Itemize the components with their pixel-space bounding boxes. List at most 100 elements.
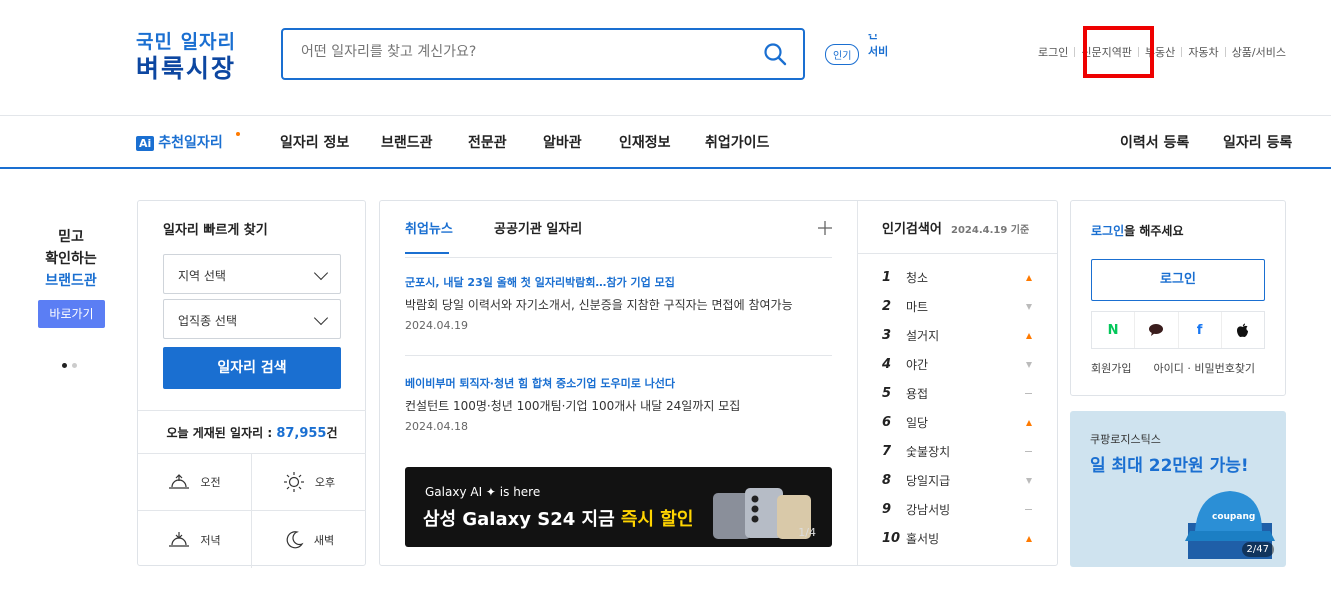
keyword-row[interactable]: 3 설거지 bbox=[882, 321, 1032, 350]
time-morning[interactable]: 오전 bbox=[138, 454, 252, 511]
job-search-button[interactable]: 일자리 검색 bbox=[163, 347, 341, 389]
nav-item-recommended[interactable]: Ai 추천일자리 bbox=[136, 132, 223, 152]
tab-job-news[interactable]: 취업뉴스 bbox=[405, 218, 453, 237]
register-resume-link[interactable]: 이력서 등록 bbox=[1120, 132, 1189, 152]
keyword-row[interactable]: 8 당일지급 bbox=[882, 466, 1032, 495]
search-icon[interactable] bbox=[763, 42, 787, 66]
ai-badge: Ai bbox=[136, 136, 155, 151]
promo-text: 믿고 bbox=[58, 229, 84, 245]
car-link[interactable]: 자동차 bbox=[1188, 44, 1218, 60]
nav-item-talent[interactable]: 인재정보 bbox=[619, 132, 671, 152]
keyword-text: 강남서빙 bbox=[906, 503, 951, 517]
login-link[interactable]: 로그인 bbox=[1038, 44, 1068, 60]
tab-public-jobs[interactable]: 공공기관 일자리 bbox=[494, 218, 582, 237]
apple-logo-icon bbox=[1237, 323, 1249, 337]
nav-item-guide[interactable]: 취업가이드 bbox=[705, 132, 769, 152]
banner-text: 삼성 Galaxy S24 지금 bbox=[423, 509, 621, 530]
goods-service-link[interactable]: 상품/서비스 bbox=[1232, 44, 1286, 60]
divider bbox=[857, 253, 1057, 254]
divider bbox=[1074, 47, 1076, 57]
carousel-dots bbox=[62, 363, 77, 368]
trend-down-icon bbox=[1026, 477, 1032, 484]
time-evening[interactable]: 저녁 bbox=[138, 511, 252, 568]
keyword-row[interactable]: 5 용접 bbox=[882, 379, 1032, 408]
dot[interactable] bbox=[72, 363, 77, 368]
nav-label: 추천일자리 bbox=[158, 135, 223, 151]
keywords-date: 2024.4.19 기준 bbox=[951, 225, 1030, 236]
region-select[interactable]: 지역 선택 bbox=[163, 254, 341, 294]
keyword-rank: 1 bbox=[882, 270, 892, 285]
trend-up-icon bbox=[1026, 535, 1032, 542]
keyword-text: 청소 bbox=[906, 271, 929, 285]
signup-link[interactable]: 회원가입 bbox=[1091, 360, 1131, 376]
divider bbox=[1181, 47, 1183, 57]
keyword-row[interactable]: 2 마트 bbox=[882, 292, 1032, 321]
nav-item-job-info[interactable]: 일자리 정보 bbox=[280, 132, 349, 152]
moon-icon bbox=[286, 530, 304, 548]
trend-same-icon bbox=[1025, 451, 1032, 452]
keyword-row[interactable]: 10 홀서빙 bbox=[882, 524, 1032, 553]
divider bbox=[405, 355, 832, 356]
coupang-ad[interactable]: 쿠팡로지스틱스 일 최대 22만원 가능! coupang 2/47 bbox=[1070, 411, 1286, 567]
go-brand-button[interactable]: 바로가기 bbox=[38, 300, 105, 328]
logo[interactable]: 벼룩시장 bbox=[136, 49, 236, 85]
keyword-rank: 3 bbox=[882, 328, 892, 343]
keyword-row[interactable]: 7 숯불장치 bbox=[882, 437, 1032, 466]
keyword-row[interactable]: 1 청소 bbox=[882, 263, 1032, 292]
svg-text:coupang: coupang bbox=[1212, 512, 1255, 522]
login-button[interactable]: 로그인 bbox=[1091, 259, 1265, 301]
keyword-row[interactable]: 9 강남서빙 bbox=[882, 495, 1032, 524]
news-item-desc[interactable]: 박람회 당일 이력서와 자기소개서, 신분증을 지참한 구직자는 면접에 참여가… bbox=[405, 296, 793, 313]
login-msg-link[interactable]: 로그인 bbox=[1091, 224, 1124, 238]
ad-brand: 쿠팡로지스틱스 bbox=[1090, 433, 1161, 446]
register-job-link[interactable]: 일자리 등록 bbox=[1223, 132, 1292, 152]
nav-item-parttime[interactable]: 알바관 bbox=[543, 132, 582, 152]
divider bbox=[405, 257, 832, 258]
today-unit: 건 bbox=[326, 426, 338, 440]
nav-item-specialty[interactable]: 전문관 bbox=[468, 132, 507, 152]
facebook-icon[interactable]: f bbox=[1179, 312, 1222, 348]
time-label: 새벽 bbox=[313, 533, 335, 547]
keyword-rank: 10 bbox=[882, 531, 901, 546]
time-filter-grid: 오전 오후 저녁 새벽 bbox=[138, 453, 366, 568]
trend-down-icon bbox=[1026, 361, 1032, 368]
popular-keyword-rolling[interactable]: 간 서비 bbox=[868, 34, 894, 70]
tab-underline bbox=[405, 252, 449, 254]
keyword-row[interactable]: 4 야간 bbox=[882, 350, 1032, 379]
galaxy-banner[interactable]: Galaxy AI ✦ is here 삼성 Galaxy S24 지금 즉시 … bbox=[405, 467, 832, 547]
keyword-text: 당일지급 bbox=[906, 474, 951, 488]
trend-same-icon bbox=[1025, 393, 1032, 394]
time-afternoon[interactable]: 오후 bbox=[252, 454, 366, 511]
keyword-rank: 5 bbox=[882, 386, 892, 401]
today-count: 오늘 게재된 일자리 : 87,955건 bbox=[138, 410, 366, 441]
banner-line1: Galaxy AI ✦ is here bbox=[425, 485, 541, 499]
select-label: 지역 선택 bbox=[178, 269, 226, 283]
job-type-select[interactable]: 업직종 선택 bbox=[163, 299, 341, 339]
nav-item-brand[interactable]: 브랜드관 bbox=[381, 132, 433, 152]
keyword-rank: 6 bbox=[882, 415, 892, 430]
keyword-row[interactable]: 6 일당 bbox=[882, 408, 1032, 437]
kakao-icon[interactable] bbox=[1135, 312, 1179, 348]
quick-find-title: 일자리 빠르게 찾기 bbox=[163, 223, 268, 238]
highlight-box bbox=[1083, 26, 1154, 78]
trend-same-icon bbox=[1025, 509, 1032, 510]
time-label: 저녁 bbox=[200, 533, 221, 547]
keyword-text: 야간 bbox=[906, 358, 929, 372]
apple-icon[interactable] bbox=[1222, 312, 1264, 348]
banner-line2: 삼성 Galaxy S24 지금 즉시 할인 bbox=[423, 505, 693, 531]
news-item-date: 2024.04.19 bbox=[405, 319, 468, 332]
time-dawn[interactable]: 새벽 bbox=[252, 511, 366, 568]
plus-icon[interactable] bbox=[818, 221, 832, 235]
naver-icon[interactable]: N bbox=[1092, 312, 1136, 348]
news-item-date: 2024.04.18 bbox=[405, 420, 468, 433]
news-item-title[interactable]: 베이비부머 퇴직자·청년 힘 합쳐 중소기업 도우미로 나선다 bbox=[405, 375, 675, 391]
search-input[interactable] bbox=[301, 44, 741, 60]
news-item-desc[interactable]: 컨설턴트 100명·청년 100개팀·기업 100개사 내달 24일까지 모집 bbox=[405, 397, 740, 414]
quick-find-panel: 일자리 빠르게 찾기 지역 선택 업직종 선택 일자리 검색 오늘 게재된 일자… bbox=[137, 200, 366, 568]
divider bbox=[1224, 47, 1226, 57]
news-item-title[interactable]: 군포시, 내달 23일 올해 첫 일자리박람회…참가 기업 모집 bbox=[405, 274, 675, 290]
find-id-password-link[interactable]: 아이디 · 비밀번호찾기 bbox=[1153, 360, 1255, 376]
time-label: 오후 bbox=[314, 476, 336, 489]
dot-active[interactable] bbox=[62, 363, 67, 368]
today-label: 오늘 게재된 일자리 : bbox=[166, 426, 277, 440]
